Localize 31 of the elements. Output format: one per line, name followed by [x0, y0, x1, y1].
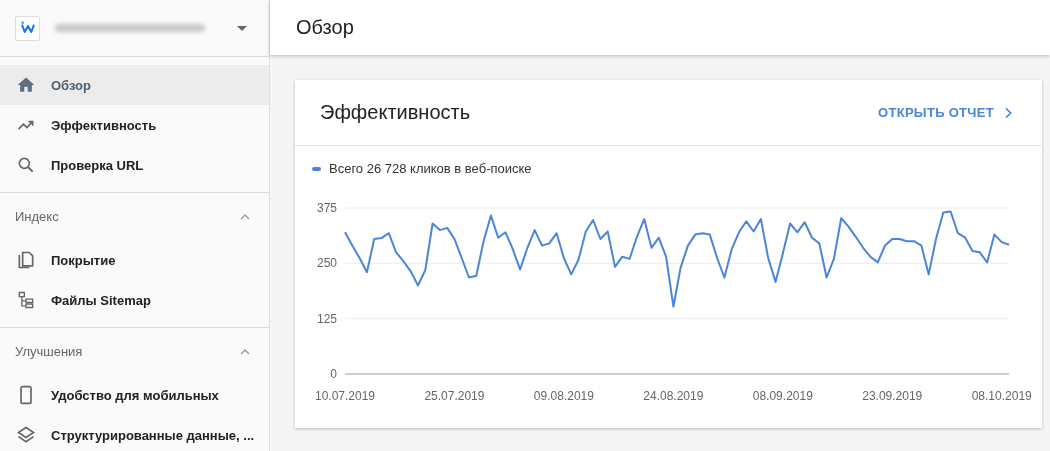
nav-item[interactable]: Эффективность [0, 105, 269, 145]
nav-item[interactable]: Файлы Sitemap [0, 280, 269, 320]
dropdown-caret-icon[interactable] [237, 25, 247, 31]
nav-item[interactable]: Обзор [0, 65, 269, 105]
y-tick-label: 125 [316, 311, 337, 326]
sitemap-icon [16, 290, 36, 310]
x-tick-label: 08.09.2019 [752, 389, 813, 403]
y-tick-label: 250 [316, 256, 337, 271]
y-tick-label: 375 [316, 201, 337, 215]
x-tick-label: 23.09.2019 [862, 389, 923, 403]
x-tick-label: 09.08.2019 [533, 389, 594, 403]
page-title: Обзор [296, 16, 354, 39]
pages-icon [16, 250, 36, 270]
section-heading: Улучшения [15, 344, 83, 359]
nav-item[interactable]: Удобство для мобильных [0, 375, 269, 415]
x-tick-label: 08.10.2019 [971, 389, 1032, 403]
site-logo [15, 15, 40, 41]
nav-item[interactable]: Структурированные данные, ... [0, 415, 269, 451]
search-icon [16, 155, 36, 175]
home-icon [16, 75, 36, 95]
open-report-link[interactable]: ОТКРЫТЬ ОТЧЕТ [878, 104, 1016, 121]
card-title: Эффективность [320, 101, 471, 124]
x-tick-label: 25.07.2019 [424, 389, 485, 403]
x-tick-label: 24.08.2019 [643, 389, 704, 403]
legend-label: Всего 26 728 кликов в веб-поиске [329, 161, 532, 176]
nav-item[interactable]: Проверка URL [0, 145, 269, 185]
section-heading: Индекс [15, 209, 59, 224]
y-tick-label: 0 [330, 367, 337, 381]
layers-icon [16, 425, 36, 445]
nav-item[interactable]: Покрытие [0, 240, 269, 280]
x-tick-label: 10.07.2019 [314, 389, 376, 403]
